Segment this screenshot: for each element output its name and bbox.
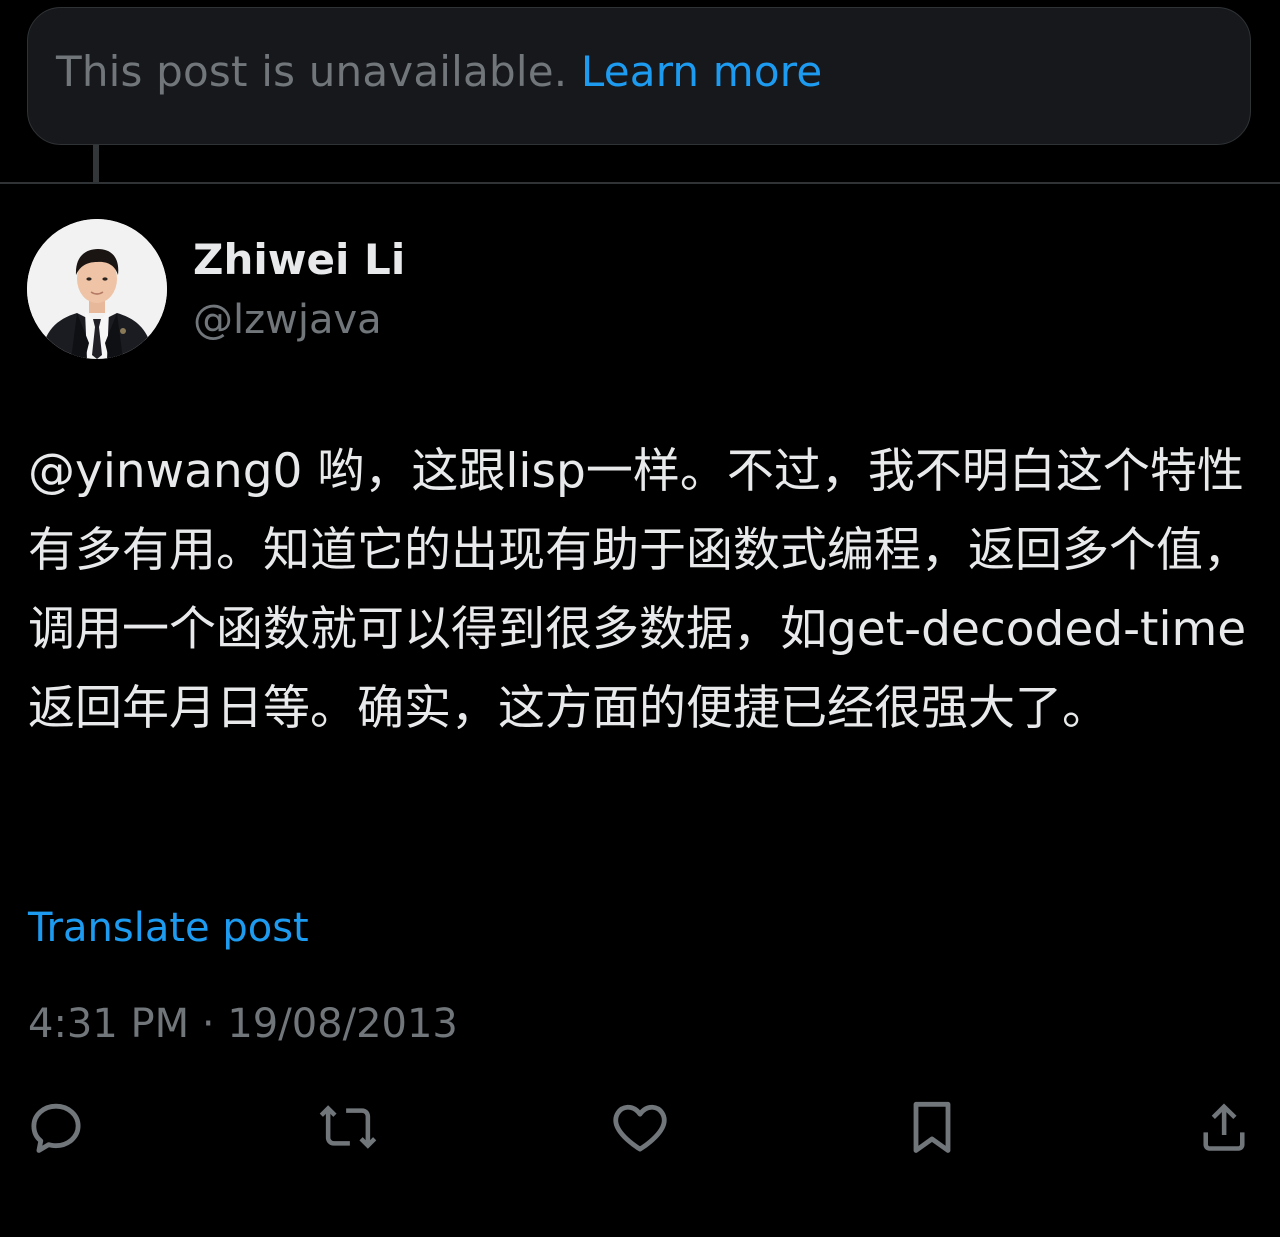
- meta-separator: ·: [201, 1001, 215, 1047]
- avatar-image: [27, 219, 167, 359]
- share-icon: [1203, 1103, 1245, 1151]
- like-button[interactable]: [608, 1095, 672, 1159]
- thread-connector-line: [93, 145, 99, 183]
- unavailable-text: This post is unavailable.: [56, 47, 568, 96]
- action-bar: [0, 1095, 1280, 1161]
- unavailable-post-card: This post is unavailable. Learn more: [27, 7, 1251, 145]
- avatar[interactable]: [27, 219, 167, 359]
- translate-post-link[interactable]: Translate post: [28, 902, 309, 954]
- learn-more-link[interactable]: Learn more: [581, 47, 823, 96]
- reply-icon: [31, 1103, 81, 1153]
- post-timestamp: 4:31 PM · 19/08/2013: [28, 998, 458, 1050]
- author-handle[interactable]: @lzwjava: [193, 294, 382, 346]
- reply-button[interactable]: [24, 1095, 88, 1159]
- repost-button[interactable]: [316, 1095, 380, 1159]
- repost-icon: [319, 1105, 377, 1149]
- mention-link[interactable]: @yinwang0: [28, 444, 302, 499]
- post-time[interactable]: 4:31 PM: [28, 1001, 189, 1047]
- like-icon: [613, 1104, 667, 1152]
- divider: [0, 182, 1280, 184]
- bookmark-icon: [913, 1101, 951, 1153]
- author-display-name[interactable]: Zhiwei Li: [193, 234, 405, 286]
- unavailable-notice: This post is unavailable. Learn more: [56, 44, 822, 100]
- post-date[interactable]: 19/08/2013: [227, 1001, 458, 1047]
- bookmark-button[interactable]: [900, 1095, 964, 1159]
- post-text: @yinwang0 哟，这跟lisp一样。不过，我不明白这个特性有多有用。知道它…: [28, 432, 1252, 748]
- share-button[interactable]: [1192, 1095, 1256, 1159]
